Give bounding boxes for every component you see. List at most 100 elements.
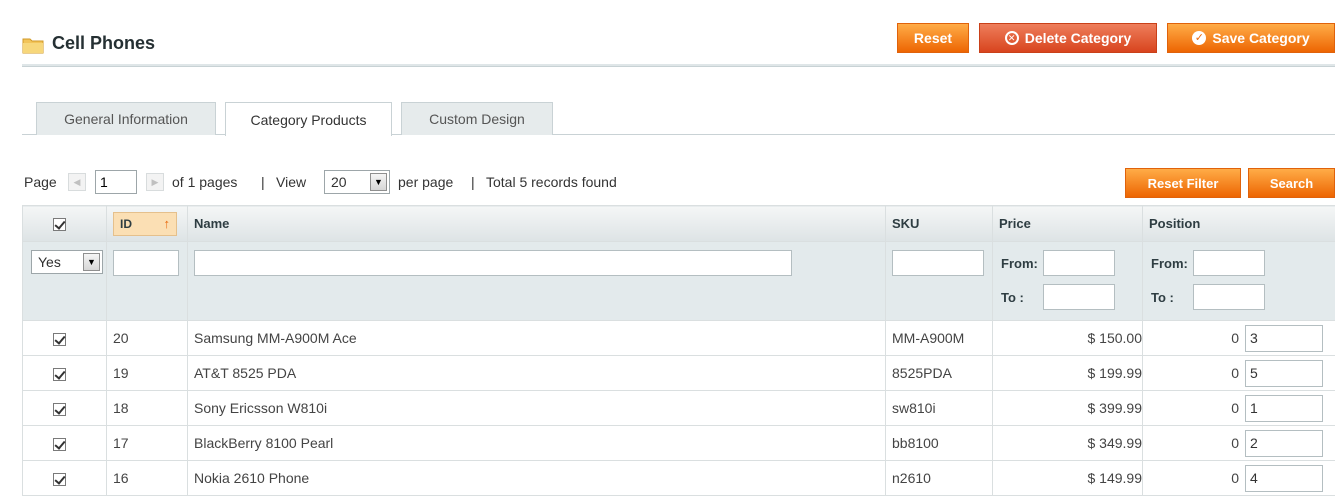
sku-column-header[interactable]: SKU [885,205,993,242]
products-grid: ID ↑ Name SKU Price Position Yes ▼ From:… [22,205,1335,496]
row-checkbox[interactable] [53,402,66,416]
row-checkbox[interactable] [53,437,66,451]
price-cell: $ 349.99 [992,425,1143,461]
position-cell: 0 [1142,460,1335,496]
id-cell: 16 [106,460,188,496]
prev-page-arrow-icon[interactable]: ◀ [68,173,86,191]
name-column-header[interactable]: Name [187,205,886,242]
row-checkbox-cell [22,320,107,356]
delete-category-button[interactable]: ✕ Delete Category [979,23,1157,53]
position-cell: 0 [1142,390,1335,426]
position-column-header[interactable]: Position [1142,205,1335,242]
folder-icon [22,38,44,54]
next-page-arrow-icon[interactable]: ▶ [146,173,164,191]
per-page-value: 20 [331,174,347,190]
position-input[interactable] [1245,464,1323,492]
row-checkbox[interactable] [53,367,66,381]
id-column-header[interactable]: ID ↑ [106,205,188,242]
in-category-filter-cell: Yes ▼ [22,241,107,321]
position-input[interactable] [1245,394,1323,422]
price-cell: $ 199.99 [992,355,1143,391]
view-label: View [276,174,307,190]
position-to-input[interactable] [1193,284,1265,310]
select-all-header [22,205,107,242]
name-cell: Nokia 2610 Phone [187,460,886,496]
pager-separator: | [471,174,475,190]
position-cell-inner: 0 [1149,359,1335,387]
delete-button-label: Delete Category [1024,30,1132,46]
price-to-input[interactable] [1043,284,1115,310]
position-default-value: 0 [1231,435,1239,451]
name-cell: Samsung MM-A900M Ace [187,320,886,356]
table-row[interactable]: 19 AT&T 8525 PDA 8525PDA $ 199.99 0 [22,355,1335,391]
price-cell: $ 399.99 [992,390,1143,426]
save-category-button[interactable]: ✓ Save Category [1167,23,1335,53]
row-checkbox-cell [22,390,107,426]
position-from-input[interactable] [1193,250,1265,276]
grid-header-row: ID ↑ Name SKU Price Position [22,205,1335,242]
price-cell: $ 149.99 [992,460,1143,496]
position-cell: 0 [1142,425,1335,461]
sort-ascending-arrow-icon: ↑ [163,216,171,231]
tab-category-products[interactable]: Category Products [225,102,392,136]
sku-filter-input[interactable] [892,250,984,276]
search-button[interactable]: Search [1248,168,1335,198]
row-checkbox-cell [22,425,107,461]
reset-filter-button[interactable]: Reset Filter [1125,168,1241,198]
name-cell: BlackBerry 8100 Pearl [187,425,886,461]
table-row[interactable]: 16 Nokia 2610 Phone n2610 $ 149.99 0 [22,460,1335,496]
table-row[interactable]: 17 BlackBerry 8100 Pearl bb8100 $ 349.99… [22,425,1335,461]
tab-label: General Information [64,111,188,127]
position-filter-cell: From: To : [1142,241,1335,321]
row-checkbox[interactable] [53,472,66,486]
header-divider [22,64,1335,67]
price-from-row: From: [993,250,1142,276]
page-number-input[interactable] [95,170,137,194]
sku-cell: sw810i [885,390,993,426]
position-cell-inner: 0 [1149,464,1335,492]
per-page-select[interactable]: 20 ▼ [324,170,390,194]
position-input[interactable] [1245,324,1323,352]
sku-cell: n2610 [885,460,993,496]
tab-label: Category Products [250,111,367,128]
grid-filter-row: Yes ▼ From: To : From: To: [22,241,1335,321]
total-records-text: Total 5 records found [486,174,617,190]
tab-custom-design[interactable]: Custom Design [401,102,553,135]
sku-cell: 8525PDA [885,355,993,391]
id-filter-input[interactable] [113,250,179,276]
position-to-label: To : [1151,289,1174,305]
table-row[interactable]: 18 Sony Ericsson W810i sw810i $ 399.99 0 [22,390,1335,426]
page-title: Cell Phones [52,33,156,53]
tab-label: Custom Design [429,111,525,127]
dropdown-arrow-icon: ▼ [370,173,387,191]
name-cell: Sony Ericsson W810i [187,390,886,426]
name-filter-input[interactable] [194,250,792,276]
in-category-filter-select[interactable]: Yes ▼ [31,250,103,274]
reset-button[interactable]: Reset [897,23,969,53]
tab-general-information[interactable]: General Information [36,102,216,135]
sku-cell: MM-A900M [885,320,993,356]
position-from-label: From: [1151,255,1188,271]
select-all-checkbox[interactable] [53,218,66,232]
reset-filter-label: Reset Filter [1147,175,1219,191]
sku-filter-cell [885,241,993,321]
of-pages-text: of 1 pages [172,174,238,190]
row-checkbox[interactable] [53,332,66,346]
price-filter-cell: From: To : [992,241,1143,321]
delete-circle-icon: ✕ [1004,31,1019,45]
table-row[interactable]: 20 Samsung MM-A900M Ace MM-A900M $ 150.0… [22,320,1335,356]
position-input[interactable] [1245,429,1323,457]
position-input[interactable] [1245,359,1323,387]
save-button-label: Save Category [1212,30,1310,46]
id-sort-header[interactable]: ID ↑ [113,211,177,236]
price-column-header[interactable]: Price [992,205,1143,242]
position-default-value: 0 [1231,365,1239,381]
price-from-input[interactable] [1043,250,1115,276]
position-default-value: 0 [1231,330,1239,346]
id-cell: 19 [106,355,188,391]
id-cell: 18 [106,390,188,426]
position-to-row: To : [1143,284,1335,310]
row-checkbox-cell [22,355,107,391]
row-checkbox-cell [22,460,107,496]
position-cell-inner: 0 [1149,324,1335,352]
